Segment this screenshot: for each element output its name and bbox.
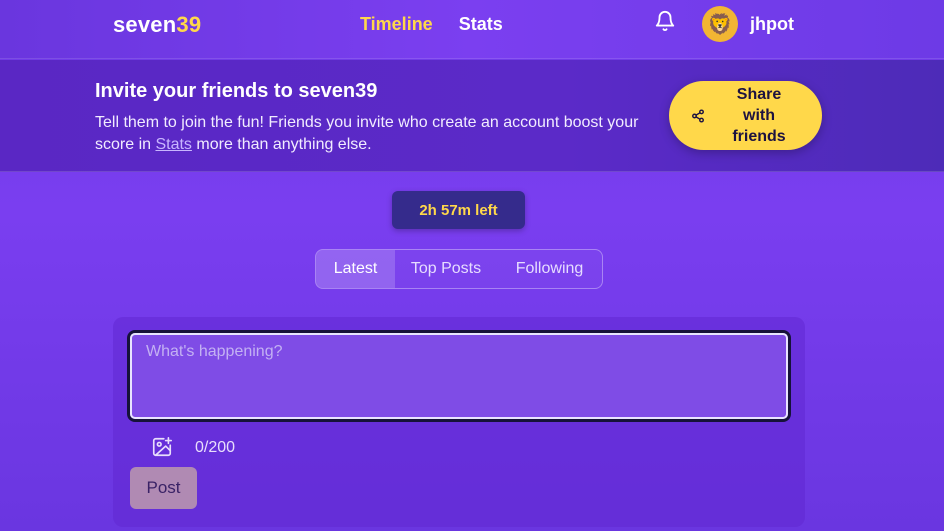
logo-accent: 39 (176, 12, 202, 37)
username[interactable]: jhpot (750, 14, 794, 35)
banner-title: Invite your friends to seven39 (95, 80, 378, 102)
stats-link[interactable]: Stats (155, 136, 191, 153)
nav-timeline[interactable]: Timeline (360, 14, 433, 35)
post-button[interactable]: Post (130, 467, 197, 509)
top-header: seven39 Timeline Stats 🦁 jhpot (0, 0, 944, 59)
share-with-friends-button[interactable]: Share with friends (669, 81, 822, 150)
share-button-label: Share with friends (732, 86, 786, 145)
character-counter: 0/200 (195, 439, 236, 456)
banner-text: Tell them to join the fun! Friends you i… (95, 112, 665, 156)
image-add-icon[interactable] (151, 436, 173, 458)
tab-latest[interactable]: Latest (316, 250, 395, 288)
invite-banner: Invite your friends to seven39 Tell them… (0, 60, 944, 172)
bell-icon[interactable] (654, 10, 676, 32)
nav-stats[interactable]: Stats (459, 14, 503, 35)
app-logo[interactable]: seven39 (113, 12, 201, 38)
tab-following[interactable]: Following (497, 250, 602, 288)
banner-text-after: more than anything else. (191, 136, 372, 153)
avatar-emoji: 🦁 (707, 13, 733, 36)
avatar[interactable]: 🦁 (702, 6, 738, 42)
tab-top-posts[interactable]: Top Posts (395, 250, 497, 288)
logo-text: seven (113, 12, 177, 37)
time-left-badge: 2h 57m left (392, 191, 525, 229)
post-textarea[interactable] (127, 330, 791, 422)
share-icon (692, 108, 704, 123)
main-nav: Timeline Stats (360, 14, 503, 35)
feed-tabs: Latest Top Posts Following (315, 249, 603, 289)
post-composer: 0/200 Post (113, 317, 805, 527)
